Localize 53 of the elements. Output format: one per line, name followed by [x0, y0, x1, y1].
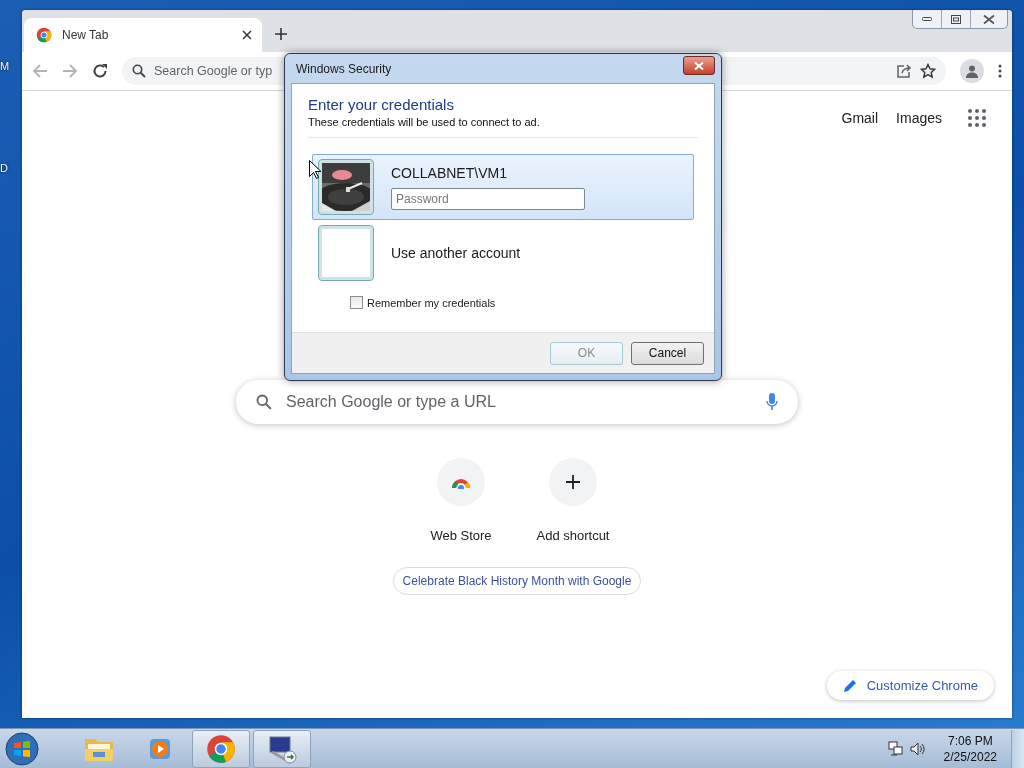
account-name: Use another account — [391, 245, 521, 261]
header-link[interactable]: Gmail — [841, 110, 879, 126]
dialog-subtitle: These credentials will be used to connect to ad. — [308, 116, 541, 128]
remote-desktop-icon — [266, 733, 298, 764]
dialog-title: Windows Security — [296, 61, 392, 76]
profile-button[interactable] — [960, 59, 984, 83]
chrome-tab-icon — [36, 27, 52, 43]
minimize-icon[interactable] — [922, 16, 932, 22]
dialog-heading: Enter your credentials — [308, 96, 455, 113]
pencil-icon — [842, 678, 857, 693]
close-icon[interactable] — [983, 14, 995, 24]
desktop-icon-label: M — [0, 60, 11, 72]
browser-tab[interactable]: New Tab — [24, 18, 262, 52]
header-link[interactable]: Images — [896, 110, 942, 126]
chrome-icon — [206, 733, 236, 764]
close-icon[interactable] — [242, 30, 252, 40]
shortcut-tile[interactable]: Add shortcut — [517, 458, 629, 543]
star-icon[interactable] — [920, 63, 936, 79]
desktop-icon-label: D — [0, 162, 9, 174]
shortcut-tile[interactable]: Web Store — [405, 458, 517, 543]
new-tab-icon[interactable] — [274, 27, 288, 41]
password-field[interactable]: Password — [391, 187, 585, 210]
account-tile[interactable]: COLLABNET\VM1 Password — [312, 154, 694, 220]
taskbar-button[interactable] — [192, 729, 250, 768]
checkbox-label: Remember my credentials — [367, 296, 496, 309]
tab-title: New Tab — [62, 28, 110, 42]
reload-icon[interactable] — [92, 63, 108, 79]
mouse-cursor-icon — [309, 160, 321, 179]
dialog-button[interactable]: Cancel — [631, 341, 704, 365]
volume-icon[interactable] — [909, 740, 926, 757]
customize-button[interactable]: Customize Chrome — [826, 671, 994, 700]
search-icon — [256, 394, 272, 410]
maximize-icon[interactable] — [951, 14, 961, 24]
search-box[interactable]: Search Google or type a URL — [236, 380, 798, 424]
share-icon[interactable] — [896, 63, 912, 79]
search-icon — [132, 64, 146, 78]
promo-link[interactable]: Celebrate Black History Month with Google — [392, 567, 642, 595]
close-icon — [694, 61, 704, 70]
clock-date: 2/25/2022 — [943, 748, 997, 765]
account-name: COLLABNET\VM1 — [391, 164, 508, 181]
account-frame — [319, 226, 373, 280]
apps-grid-icon[interactable] — [968, 109, 986, 127]
taskbar-button[interactable] — [253, 729, 311, 768]
plus-icon — [565, 474, 581, 490]
network-icon[interactable] — [887, 740, 904, 757]
menu-icon[interactable] — [998, 64, 1002, 78]
person-icon — [965, 64, 979, 78]
close-button[interactable] — [683, 56, 715, 75]
account-tile[interactable]: Use another account — [312, 220, 694, 286]
microphone-icon[interactable] — [766, 393, 778, 411]
clock-time: 7:06 PM — [947, 732, 993, 749]
remember-checkbox[interactable] — [350, 296, 363, 309]
start-button[interactable] — [5, 731, 39, 766]
